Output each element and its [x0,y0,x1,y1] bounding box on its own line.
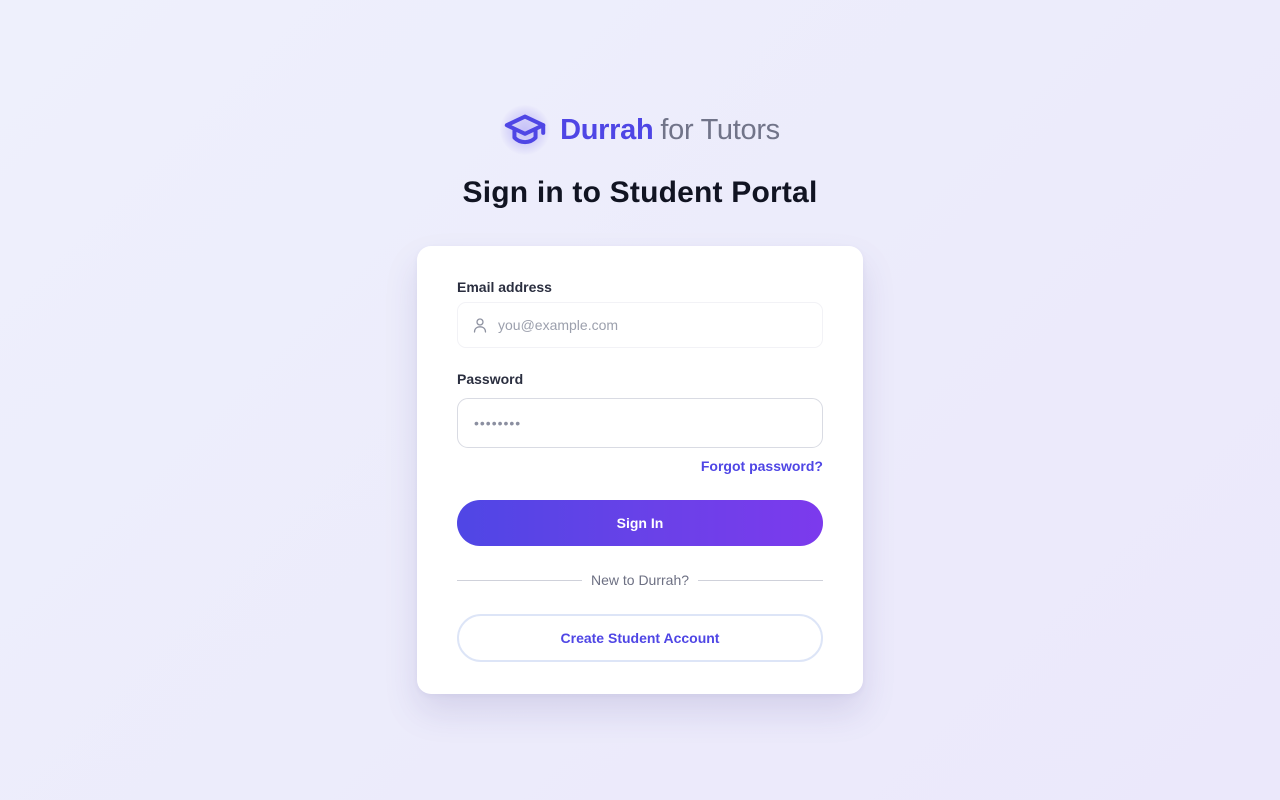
brand-header: Durrah for Tutors [0,104,1280,156]
graduation-cap-icon [500,105,551,155]
forgot-password-link[interactable]: Forgot password? [701,458,823,474]
brand-name: Durrah [560,113,654,146]
email-field[interactable] [457,302,823,348]
page-title: Sign in to Student Portal [462,176,818,209]
password-field[interactable] [457,398,823,448]
password-label: Password [457,371,524,387]
login-card: Email address Password Forgot password? … [417,246,863,694]
divider: New to Durrah? [457,570,824,590]
divider-line-left [457,579,582,581]
brand-suffix: for Tutors [660,113,780,146]
email-input[interactable] [498,317,808,333]
sign-in-button[interactable]: Sign In [457,500,823,546]
create-account-button[interactable]: Create Student Account [457,614,823,662]
divider-line-right [698,579,824,581]
email-label: Email address [457,279,552,295]
user-icon [473,318,487,333]
password-input[interactable] [474,415,804,431]
divider-text: New to Durrah? [590,572,690,588]
